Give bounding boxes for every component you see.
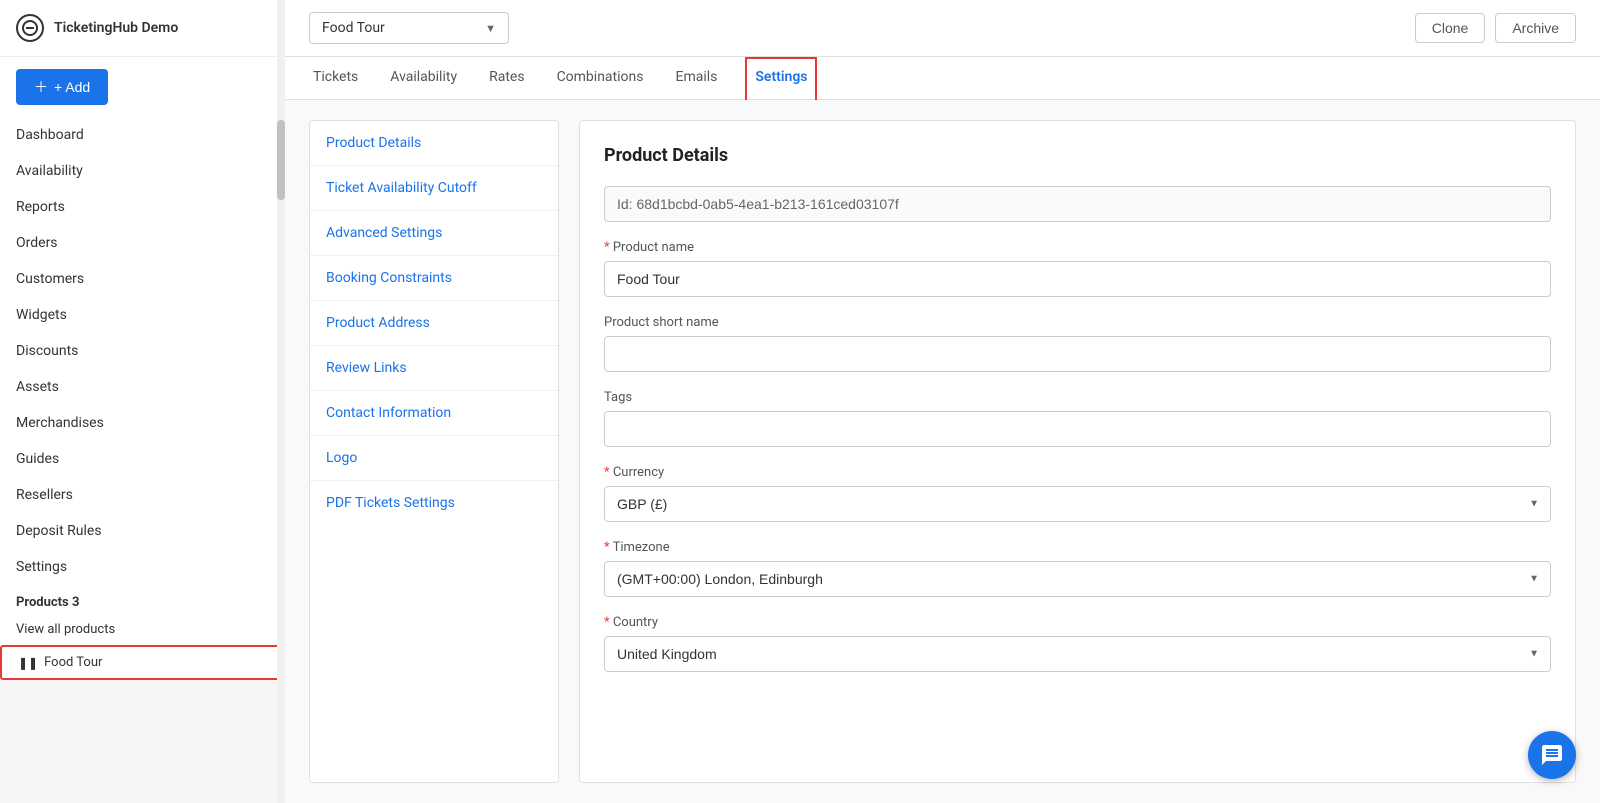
topbar: Food Tour ▼ Clone Archive xyxy=(285,0,1600,57)
timezone-group: * Timezone (GMT+00:00) London, Edinburgh… xyxy=(604,540,1551,597)
scrollbar-thumb[interactable] xyxy=(277,120,285,200)
product-selector[interactable]: Food Tour ▼ xyxy=(309,12,509,44)
settings-nav-panel: Product Details Ticket Availability Cuto… xyxy=(309,120,559,783)
app-title: TicketingHub Demo xyxy=(54,20,178,36)
sidebar-item-guides[interactable]: Guides xyxy=(0,441,284,477)
nav-logo[interactable]: Logo xyxy=(310,436,558,481)
currency-label: * Currency xyxy=(604,465,1551,480)
chat-button[interactable] xyxy=(1528,731,1576,779)
product-details-panel: Product Details * Product name Product s… xyxy=(579,120,1576,783)
main-content: Food Tour ▼ Clone Archive Tickets Availa… xyxy=(285,0,1600,803)
product-short-name-group: Product short name xyxy=(604,315,1551,372)
tab-availability[interactable]: Availability xyxy=(386,57,461,99)
nav-booking-constraints[interactable]: Booking Constraints xyxy=(310,256,558,301)
sidebar-item-deposit-rules[interactable]: Deposit Rules xyxy=(0,513,284,549)
nav-product-address[interactable]: Product Address xyxy=(310,301,558,346)
currency-select[interactable]: GBP (£) USD ($) EUR (€) xyxy=(604,486,1551,522)
food-tour-icon: ❚❚ xyxy=(18,656,38,670)
sidebar-item-widgets[interactable]: Widgets xyxy=(0,297,284,333)
section-title: Product Details xyxy=(604,145,1551,166)
sidebar-item-resellers[interactable]: Resellers xyxy=(0,477,284,513)
tab-tickets[interactable]: Tickets xyxy=(309,57,362,99)
product-selector-text: Food Tour xyxy=(322,20,385,36)
tags-label: Tags xyxy=(604,390,1551,405)
nav-ticket-availability-cutoff[interactable]: Ticket Availability Cutoff xyxy=(310,166,558,211)
sidebar-item-reports[interactable]: Reports xyxy=(0,189,284,225)
sidebar-item-assets[interactable]: Assets xyxy=(0,369,284,405)
nav-contact-information[interactable]: Contact Information xyxy=(310,391,558,436)
timezone-select[interactable]: (GMT+00:00) London, Edinburgh (GMT-05:00… xyxy=(604,561,1551,597)
app-logo xyxy=(16,14,44,42)
sidebar-item-settings[interactable]: Settings xyxy=(0,549,284,585)
scrollbar-track[interactable] xyxy=(277,0,285,803)
sidebar-item-dashboard[interactable]: Dashboard xyxy=(0,117,284,153)
tab-combinations[interactable]: Combinations xyxy=(553,57,648,99)
chevron-down-icon: ▼ xyxy=(485,22,496,35)
country-label: * Country xyxy=(604,615,1551,630)
tab-settings[interactable]: Settings xyxy=(745,57,817,100)
nav-product-details[interactable]: Product Details xyxy=(310,121,558,166)
archive-button[interactable]: Archive xyxy=(1495,13,1576,43)
sidebar-item-availability[interactable]: Availability xyxy=(0,153,284,189)
clone-button[interactable]: Clone xyxy=(1415,13,1486,43)
currency-group: * Currency GBP (£) USD ($) EUR (€) xyxy=(604,465,1551,522)
sidebar-item-orders[interactable]: Orders xyxy=(0,225,284,261)
sidebar-header: TicketingHub Demo xyxy=(0,0,284,57)
product-name-input[interactable] xyxy=(604,261,1551,297)
product-name-group: * Product name xyxy=(604,240,1551,297)
food-tour-label: Food Tour xyxy=(44,655,102,670)
id-field-group xyxy=(604,186,1551,222)
add-button[interactable]: ＋ + Add xyxy=(16,69,108,105)
sidebar-item-food-tour[interactable]: ❚❚ Food Tour xyxy=(0,645,284,680)
currency-select-wrapper: GBP (£) USD ($) EUR (€) xyxy=(604,486,1551,522)
add-icon: ＋ xyxy=(34,77,48,97)
add-label: + Add xyxy=(54,79,90,95)
content-area: Product Details Ticket Availability Cuto… xyxy=(285,100,1600,803)
timezone-label: * Timezone xyxy=(604,540,1551,555)
country-select-wrapper: United Kingdom United States Canada Aust… xyxy=(604,636,1551,672)
tags-group: Tags xyxy=(604,390,1551,447)
nav-review-links[interactable]: Review Links xyxy=(310,346,558,391)
view-all-products[interactable]: View all products xyxy=(0,614,284,645)
sidebar-item-merchandises[interactable]: Merchandises xyxy=(0,405,284,441)
product-short-name-label: Product short name xyxy=(604,315,1551,330)
id-field[interactable] xyxy=(604,186,1551,222)
nav-advanced-settings[interactable]: Advanced Settings xyxy=(310,211,558,256)
sidebar-nav: Dashboard Availability Reports Orders Cu… xyxy=(0,117,284,680)
tags-input[interactable] xyxy=(604,411,1551,447)
sidebar-item-customers[interactable]: Customers xyxy=(0,261,284,297)
products-section-label: Products 3 xyxy=(0,585,284,614)
product-short-name-input[interactable] xyxy=(604,336,1551,372)
timezone-select-wrapper: (GMT+00:00) London, Edinburgh (GMT-05:00… xyxy=(604,561,1551,597)
sidebar-item-discounts[interactable]: Discounts xyxy=(0,333,284,369)
nav-pdf-tickets-settings[interactable]: PDF Tickets Settings xyxy=(310,481,558,525)
country-select[interactable]: United Kingdom United States Canada Aust… xyxy=(604,636,1551,672)
tab-emails[interactable]: Emails xyxy=(671,57,721,99)
tab-bar: Tickets Availability Rates Combinations … xyxy=(285,57,1600,100)
topbar-actions: Clone Archive xyxy=(1415,13,1576,43)
tab-rates[interactable]: Rates xyxy=(485,57,528,99)
product-name-label: * Product name xyxy=(604,240,1551,255)
country-group: * Country United Kingdom United States C… xyxy=(604,615,1551,672)
